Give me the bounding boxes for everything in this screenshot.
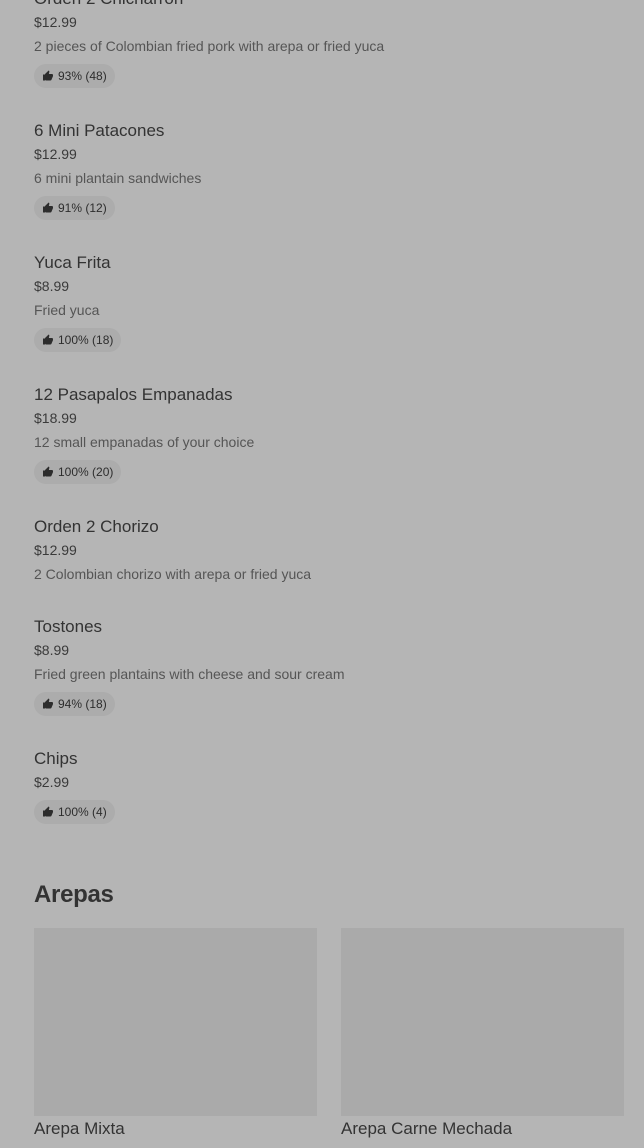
rating-badge: 91% (12)	[34, 196, 115, 220]
item-name: Orden 2 Chicharron	[34, 0, 624, 10]
rating-badge: 100% (4)	[34, 800, 115, 824]
menu-card-arepa-carne-mechada[interactable]: Arepa Carne Mechada	[341, 928, 624, 1148]
rating-text: 100% (4)	[58, 805, 107, 819]
rating-text: 93% (48)	[58, 69, 107, 83]
menu-item-tostones[interactable]: Tostones $8.99 Fried green plantains wit…	[34, 616, 624, 716]
item-description: 2 Colombian chorizo with arepa or fried …	[34, 566, 312, 582]
card-item-name: Arepa Mixta	[34, 1119, 125, 1138]
item-name: 6 Mini Patacones	[34, 121, 165, 140]
item-name: Tostones	[34, 617, 103, 636]
thumbs-up-icon	[43, 466, 53, 477]
item-price: $8.99	[34, 278, 70, 294]
thumbs-up-icon	[43, 202, 53, 213]
item-price: $12.99	[34, 542, 77, 558]
card-item-name: Arepa Carne Mechada	[341, 1119, 513, 1138]
item-price: $2.99	[34, 774, 70, 790]
rating-badge: 100% (18)	[34, 328, 122, 352]
thumbs-up-icon	[43, 698, 53, 709]
item-price: $12.99	[34, 146, 77, 162]
menu-item-chips[interactable]: Chips $2.99 100% (4)	[34, 748, 624, 824]
section-title-arepas: Arepas	[34, 881, 114, 908]
menu-item-12-pasapalos-empanadas[interactable]: 12 Pasapalos Empanadas $18.99 12 small e…	[34, 384, 624, 484]
item-name: Orden 2 Chorizo	[34, 517, 159, 536]
item-description: Fried yuca	[34, 302, 100, 318]
rating-text: 100% (18)	[58, 333, 114, 347]
menu-item-orden-2-chorizo[interactable]: Orden 2 Chorizo $12.99 2 Colombian chori…	[34, 516, 624, 582]
rating-text: 91% (12)	[58, 201, 107, 215]
item-price: $8.99	[34, 642, 70, 658]
card-image-placeholder	[341, 928, 624, 1116]
item-description: 6 mini plantain sandwiches	[34, 170, 202, 186]
menu-card-arepa-mixta[interactable]: Arepa Mixta	[34, 928, 317, 1148]
item-price: $12.99	[34, 14, 77, 30]
item-name: Chips	[34, 749, 78, 768]
menu-item-6-mini-patacones[interactable]: 6 Mini Patacones $12.99 6 mini plantain …	[34, 120, 624, 220]
rating-badge: 100% (20)	[34, 460, 122, 484]
menu-item-yuca-frita[interactable]: Yuca Frita $8.99 Fried yuca 100% (18)	[34, 252, 624, 352]
item-name: Yuca Frita	[34, 253, 111, 272]
item-name: 12 Pasapalos Empanadas	[34, 385, 233, 404]
rating-badge: 94% (18)	[34, 692, 115, 716]
thumbs-up-icon	[43, 70, 53, 81]
item-description: 12 small empanadas of your choice	[34, 434, 255, 450]
thumbs-up-icon	[43, 334, 53, 345]
item-description: Fried green plantains with cheese and so…	[34, 666, 345, 682]
card-image-placeholder	[34, 928, 317, 1116]
item-description: 2 pieces of Colombian fried pork with ar…	[34, 38, 385, 54]
menu-item-orden-2-chicharron[interactable]: Orden 2 Chicharron $12.99 2 pieces of Co…	[34, 0, 624, 88]
rating-text: 94% (18)	[58, 697, 107, 711]
rating-badge: 93% (48)	[34, 64, 115, 88]
rating-text: 100% (20)	[58, 465, 114, 479]
thumbs-up-icon	[43, 806, 53, 817]
item-price: $18.99	[34, 410, 77, 426]
